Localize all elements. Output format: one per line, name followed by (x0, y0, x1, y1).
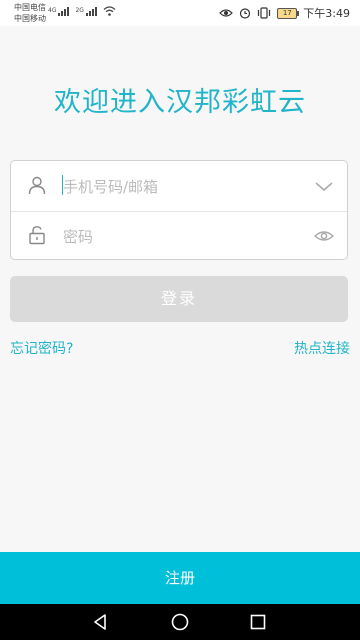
carrier-1: 中国电信 (14, 3, 46, 12)
chevron-down-icon[interactable] (313, 175, 335, 197)
eye-icon[interactable] (313, 225, 335, 247)
alarm-icon (240, 8, 251, 19)
network-type-1: 4G (48, 7, 57, 14)
signal-indicators: 4G 2G (48, 6, 116, 16)
status-bar: 中国电信 中国移动 4G 2G 17 下午3:49 (0, 0, 360, 26)
user-icon (28, 176, 46, 195)
eye-comfort-icon (219, 9, 234, 17)
status-right: 17 下午3:49 (219, 5, 350, 21)
clock: 下午3:49 (303, 7, 350, 20)
welcome-title: 欢迎进入汉邦彩虹云 (54, 87, 306, 118)
lock-icon (29, 226, 45, 245)
navigation-bar (0, 604, 360, 640)
account-row (11, 161, 347, 212)
account-input[interactable] (61, 173, 305, 201)
home-icon[interactable] (170, 612, 190, 632)
battery-icon: 17 (277, 7, 300, 19)
hotspot-connect-link[interactable]: 热点连接 (294, 338, 350, 358)
password-input[interactable] (61, 223, 305, 251)
carrier-info: 中国电信 中国移动 (14, 2, 46, 24)
login-form (10, 160, 348, 260)
password-row (11, 211, 347, 261)
signal-strength-icon-2: 2G (75, 7, 97, 16)
signal-strength-icon: 4G (48, 7, 70, 16)
register-button[interactable]: 注册 (0, 552, 360, 604)
login-button[interactable]: 登录 (10, 276, 348, 322)
forgot-password-link[interactable]: 忘记密码? (10, 338, 73, 358)
vibrate-icon (258, 7, 271, 19)
back-icon[interactable] (90, 612, 110, 632)
network-type-2: 2G (75, 7, 84, 14)
carrier-2: 中国移动 (14, 14, 46, 23)
wifi-icon (103, 6, 116, 16)
recents-icon[interactable] (248, 612, 268, 632)
